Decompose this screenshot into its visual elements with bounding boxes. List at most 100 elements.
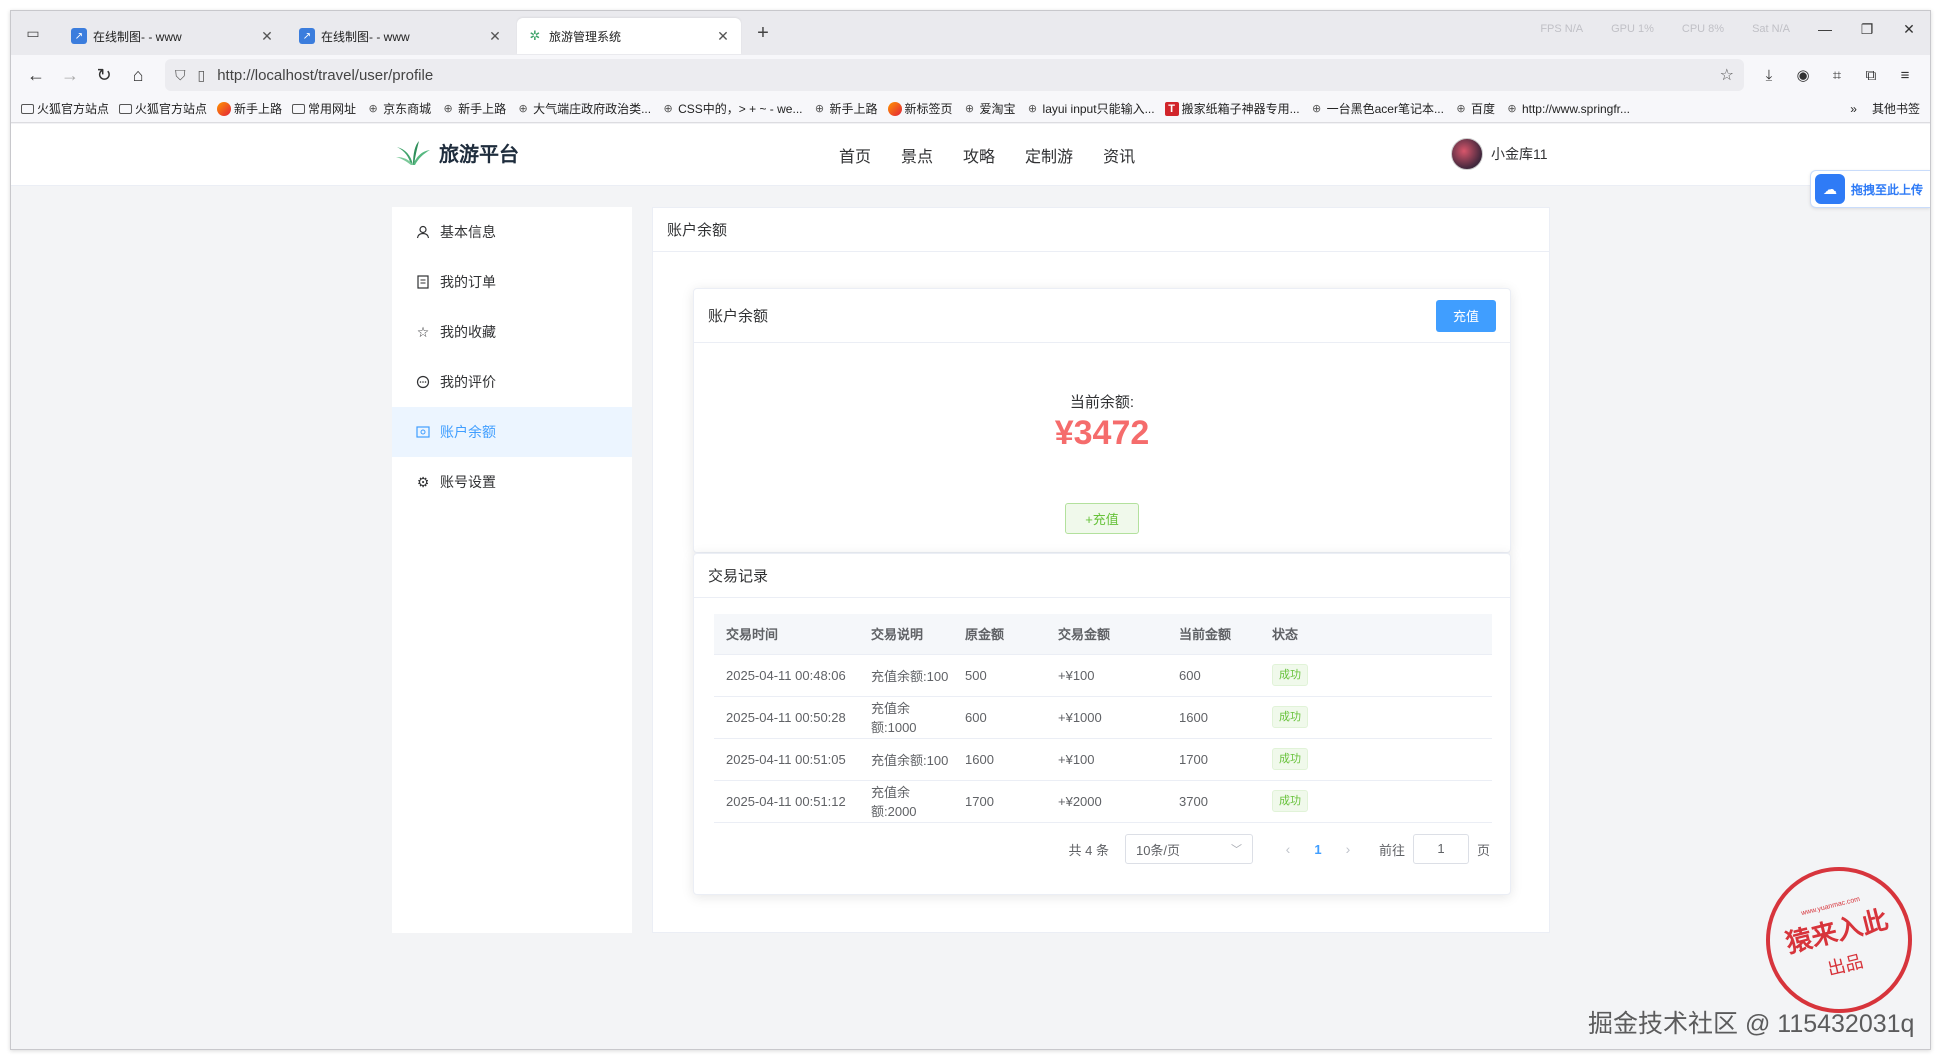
shield-icon[interactable]: ⛉ (175, 67, 186, 84)
crop-icon[interactable]: ⌗ (1820, 60, 1854, 90)
close-icon[interactable]: ✕ (259, 28, 275, 45)
bookmark-item[interactable]: 火狐官方站点 (119, 100, 207, 117)
url-text[interactable]: http://localhost/travel/user/profile (217, 67, 1719, 84)
cell-original: 1600 (953, 738, 1046, 781)
nav-attractions[interactable]: 景点 (901, 143, 933, 167)
sidebar-item-balance[interactable]: 账户余额 (392, 407, 632, 457)
gpu-stat: GPU 1% (1611, 23, 1654, 35)
cell-time: 2025-04-11 00:51:05 (714, 738, 859, 781)
records-title: 交易记录 (694, 554, 1510, 598)
goto-page-input[interactable]: 1 (1412, 834, 1469, 864)
folder-icon (21, 103, 34, 114)
cell-amount: +¥100 (1046, 738, 1167, 781)
extensions-icon[interactable]: ⧉ (1854, 60, 1888, 90)
page-size-value: 10条/页 (1135, 842, 1181, 858)
table-row: 2025-04-11 00:48:06 充值余额:100 500 +¥100 6… (714, 654, 1492, 697)
forward-icon[interactable]: → (53, 60, 87, 90)
browser-tab-1[interactable]: ↗ 在线制图- - www ✕ (61, 18, 285, 54)
balance-card-body: 当前余额: ¥3472 +充值 (694, 391, 1510, 534)
next-page-icon[interactable]: › (1333, 841, 1363, 857)
column-header: 交易说明 (859, 614, 953, 655)
sidebar-item-favorites[interactable]: ☆ 我的收藏 (392, 307, 632, 357)
close-icon[interactable]: ✕ (715, 28, 731, 45)
username[interactable]: 小金库11 (1491, 144, 1548, 164)
bookmark-item[interactable]: ⊕ CSS中的，> + ~ - we... (661, 100, 803, 117)
nav-toolbar: ← → ↻ ⌂ ⛉ ▯ http://localhost/travel/user… (11, 55, 1930, 95)
close-icon[interactable]: ✕ (487, 28, 503, 45)
sidebar-item-settings[interactable]: ⚙ 账号设置 (392, 457, 632, 507)
restore-icon[interactable]: ❐ (1846, 21, 1888, 38)
cell-original: 600 (953, 696, 1046, 739)
account-icon[interactable]: ◉ (1786, 60, 1820, 90)
reload-icon[interactable]: ↻ (87, 60, 121, 90)
bookmark-item[interactable]: ⊕ 大气端庄政府政治类... (516, 100, 651, 117)
download-icon[interactable]: ⤓ (1752, 60, 1786, 90)
recharge-plain-button[interactable]: +充值 (1065, 503, 1139, 534)
bookmark-star-icon[interactable]: ☆ (1720, 65, 1734, 85)
sidebar-item-reviews[interactable]: 我的评价 (392, 357, 632, 407)
bookmark-item[interactable]: ●新手上路 (217, 100, 282, 117)
menu-icon[interactable]: ≡ (1888, 60, 1922, 90)
sidebar-item-label: 基本信息 (440, 224, 496, 240)
bookmarks-overflow[interactable]: » 其他书签 (1850, 100, 1920, 117)
table-row: 2025-04-11 00:50:28 充值余额:1000 600 +¥1000… (714, 696, 1492, 739)
leaf-favicon-icon: ✲ (529, 28, 541, 43)
home-icon[interactable]: ⌂ (121, 60, 155, 90)
bookmark-item[interactable]: ⊕ 新手上路 (441, 100, 506, 117)
chart-favicon-icon: ↗ (71, 28, 87, 44)
bookmark-item[interactable]: 火狐官方站点 (21, 100, 109, 117)
bookmark-item[interactable]: 常用网址 (292, 100, 356, 117)
browser-tab-3-active[interactable]: ✲ 旅游管理系统 ✕ (517, 18, 741, 54)
balance-card-header: 账户余额 充值 (694, 289, 1510, 343)
chevron-double-right-icon[interactable]: » (1850, 102, 1857, 116)
cell-original: 1700 (953, 780, 1046, 823)
site-logo[interactable]: 旅游平台 (395, 138, 519, 167)
bookmark-label: 常用网址 (308, 102, 357, 116)
bookmark-item[interactable]: ⊕ layui input只能输入... (1026, 100, 1155, 117)
bookmark-item[interactable]: T 搬家纸箱子神器专用... (1164, 100, 1300, 117)
column-header: 交易金额 (1046, 614, 1167, 655)
sidebar-item-basic-info[interactable]: 基本信息 (392, 207, 632, 257)
browser-tab-2[interactable]: ↗ 在线制图- - www ✕ (289, 18, 513, 54)
page-size-select[interactable]: 10条/页 ﹀ (1124, 834, 1253, 864)
cell-current: 1600 (1167, 696, 1260, 739)
close-window-icon[interactable]: ✕ (1888, 21, 1930, 38)
url-bar[interactable]: ⛉ ▯ http://localhost/travel/user/profile… (165, 59, 1744, 91)
stamp-sub: 出品 (1825, 951, 1866, 981)
sidebar-item-orders[interactable]: 我的订单 (392, 257, 632, 307)
balance-amount: ¥3472 (1054, 414, 1150, 452)
nav-news[interactable]: 资讯 (1103, 143, 1135, 167)
other-bookmarks[interactable]: 其他书签 (1872, 100, 1920, 117)
cell-amount: +¥2000 (1046, 780, 1167, 823)
user-menu[interactable]: 小金库11 (1451, 138, 1548, 170)
wallet-icon (415, 424, 431, 440)
back-icon[interactable]: ← (19, 60, 53, 90)
recharge-button[interactable]: 充值 (1436, 299, 1496, 332)
records-table-wrap: 交易时间 交易说明 原金额 交易金额 当前金额 状态 2025-04-11 00… (714, 614, 1492, 823)
bookmark-item[interactable]: ⊕ 新手上路 (812, 100, 878, 117)
tab-list-icon[interactable]: ▭ (19, 19, 47, 47)
site-header: 旅游平台 首页 景点 攻略 定制游 资讯 小金库11 ☁ 拖拽至此上传 (11, 124, 1930, 208)
content-card: 账户余额 账户余额 充值 当前余额: ¥3472 +充值 交易记录 交易时间 交… (652, 207, 1550, 933)
page-number-current[interactable]: 1 (1303, 842, 1333, 857)
fps-stat: FPS N/A (1540, 23, 1584, 35)
bookmark-item[interactable]: ●新标签页 (887, 100, 953, 117)
globe-icon: ⊕ (814, 102, 825, 115)
nav-custom-tours[interactable]: 定制游 (1025, 143, 1073, 167)
bookmark-item[interactable]: ⊕ 爱淘宝 (963, 100, 1016, 117)
bookmark-item[interactable]: ⊕ http://www.springfr... (1505, 102, 1630, 116)
avatar[interactable] (1451, 138, 1483, 170)
nav-guides[interactable]: 攻略 (963, 143, 995, 167)
bookmark-item[interactable]: ⊕ 京东商城 (366, 100, 431, 117)
bookmark-item[interactable]: ⊕ 百度 (1454, 100, 1495, 117)
new-tab-button[interactable]: + (749, 19, 777, 47)
bookmark-item[interactable]: ⊕ 一台黑色acer笔记本... (1310, 100, 1444, 117)
star-icon: ☆ (416, 323, 430, 340)
minimize-icon[interactable]: — (1804, 21, 1846, 37)
prev-page-icon[interactable]: ‹ (1273, 841, 1303, 857)
nav-home[interactable]: 首页 (839, 143, 871, 167)
logo-text: 旅游平台 (439, 144, 519, 166)
upload-float-widget[interactable]: ☁ 拖拽至此上传 (1810, 170, 1930, 208)
bookmark-label: 百度 (1470, 102, 1495, 116)
folder-icon (292, 103, 306, 114)
